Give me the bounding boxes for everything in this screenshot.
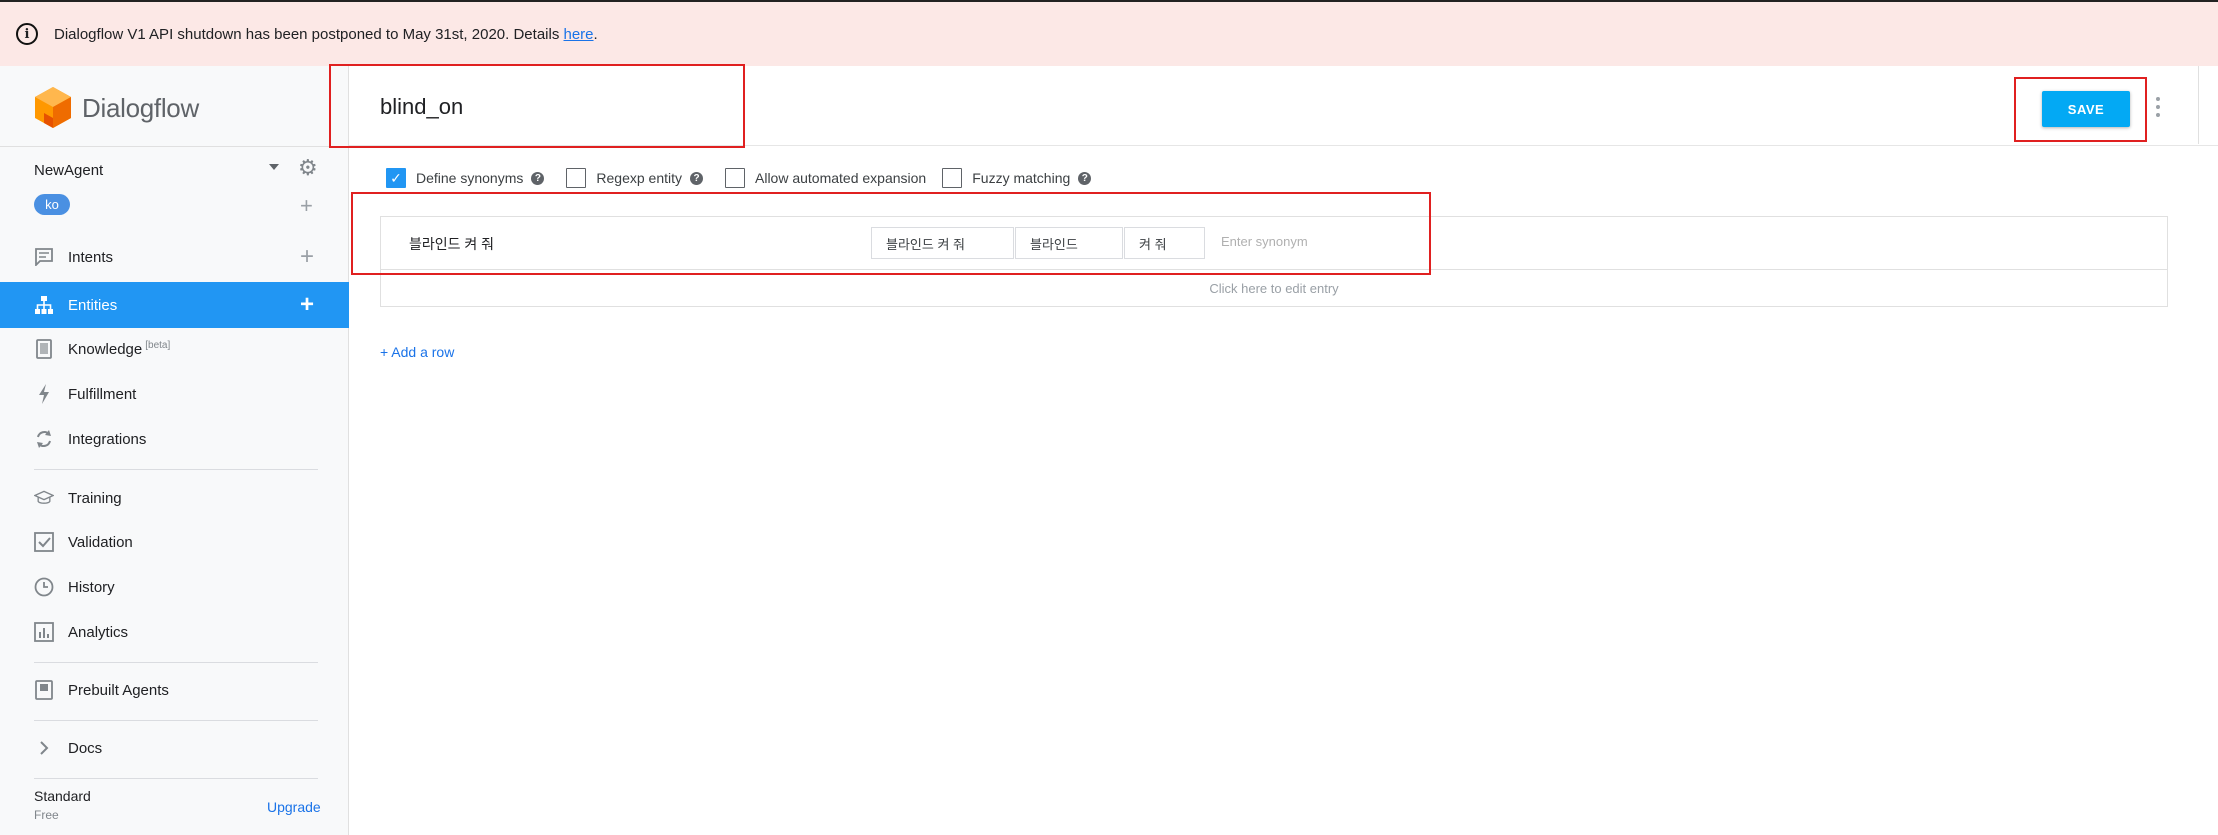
info-icon: i [16,23,38,45]
logo-text: Dialogflow [82,92,199,123]
upgrade-link[interactable]: Upgrade [267,799,321,815]
beta-badge: [beta] [145,340,171,351]
add-intent-icon[interactable]: + [300,243,314,271]
more-options-icon[interactable] [2156,97,2160,117]
allow-expansion-checkbox[interactable] [725,168,745,188]
gear-icon[interactable]: ⚙ [298,155,318,181]
add-language-icon[interactable]: + [300,193,313,219]
graduation-cap-icon [34,488,54,508]
entity-options: ✓ Define synonyms ? Regexp entity ? Allo… [386,168,1092,188]
highlight-box-entry [351,192,1431,275]
sidebar-item-knowledge[interactable]: Knowledge [beta] [0,326,349,372]
sidebar-item-integrations[interactable]: Integrations [0,416,349,462]
sidebar-item-label: Docs [68,739,103,757]
sidebar-item-label: Analytics [68,623,129,641]
check-box-icon [34,532,54,552]
book-icon [34,339,54,359]
sync-icon [34,429,54,449]
sidebar-separator [34,469,318,470]
dialogflow-logo[interactable]: Dialogflow [34,86,199,130]
banner-details-link[interactable]: here [564,26,594,43]
agent-book-icon [34,680,54,700]
sidebar-item-label: Knowledge [beta] [68,340,171,358]
allow-expansion-label: Allow automated expansion [755,170,927,186]
sidebar-item-label: Training [68,489,122,507]
plan-name: Standard [34,788,91,804]
sidebar-item-label: Entities [68,296,118,314]
bar-chart-icon [34,622,54,642]
deprecation-banner: i Dialogflow V1 API shutdown has been po… [0,2,2218,66]
sidebar-item-docs[interactable]: Docs [0,725,349,771]
fuzzy-matching-label: Fuzzy matching [972,170,1071,186]
dialogflow-logo-icon [34,86,72,130]
agent-name: NewAgent [34,161,104,179]
clock-icon [34,577,54,597]
sidebar-item-training[interactable]: Training [0,475,349,521]
sidebar-item-prebuilt-agents[interactable]: Prebuilt Agents [0,667,349,713]
language-badge[interactable]: ko [34,194,70,215]
sidebar-separator [34,720,318,721]
sidebar-separator [34,778,318,779]
sidebar-item-entities[interactable]: Entities + [0,282,349,328]
help-icon[interactable]: ? [690,171,703,185]
define-synonyms-checkbox[interactable]: ✓ [386,168,406,188]
sidebar-item-history[interactable]: History [0,564,349,610]
banner-text: Dialogflow V1 API shutdown has been post… [54,25,598,43]
regexp-entity-label: Regexp entity [596,170,682,186]
sidebar-item-label: Integrations [68,430,147,448]
fuzzy-matching-checkbox[interactable] [942,168,963,188]
sidebar-item-fulfillment[interactable]: Fulfillment [0,371,349,417]
sidebar-item-analytics[interactable]: Analytics [0,609,349,655]
sidebar-item-label: Fulfillment [68,385,137,403]
sidebar: Dialogflow NewAgent ⚙ ko + Intents + Ent… [0,66,349,835]
sidebar-separator [34,662,318,663]
regexp-entity-checkbox[interactable] [566,168,587,188]
highlight-box-entity-name [329,64,745,148]
sidebar-divider [0,146,349,147]
sidebar-item-label: Validation [68,533,133,551]
sidebar-item-intents[interactable]: Intents + [0,234,349,280]
sidebar-item-label: History [68,578,115,596]
help-icon[interactable]: ? [531,171,545,185]
help-icon[interactable]: ? [1078,171,1092,185]
caret-down-icon[interactable] [269,164,279,170]
bolt-icon [34,384,54,404]
plan-tier: Free [34,808,59,822]
sidebar-item-label: Prebuilt Agents [68,681,169,699]
header-right-divider [2198,66,2199,144]
sidebar-item-validation[interactable]: Validation [0,519,349,565]
entity-tree-icon [34,295,54,315]
agent-selector[interactable]: NewAgent ⚙ [34,155,324,182]
highlight-box-save [2014,77,2147,142]
sidebar-item-label: Intents [68,248,114,266]
chat-icon [34,247,54,267]
add-row-link[interactable]: + Add a row [380,344,454,360]
define-synonyms-label: Define synonyms [416,170,524,186]
edit-entry-hint[interactable]: Click here to edit entry [381,281,2167,296]
chevron-right-icon [34,738,54,758]
add-entity-icon[interactable]: + [300,291,314,319]
